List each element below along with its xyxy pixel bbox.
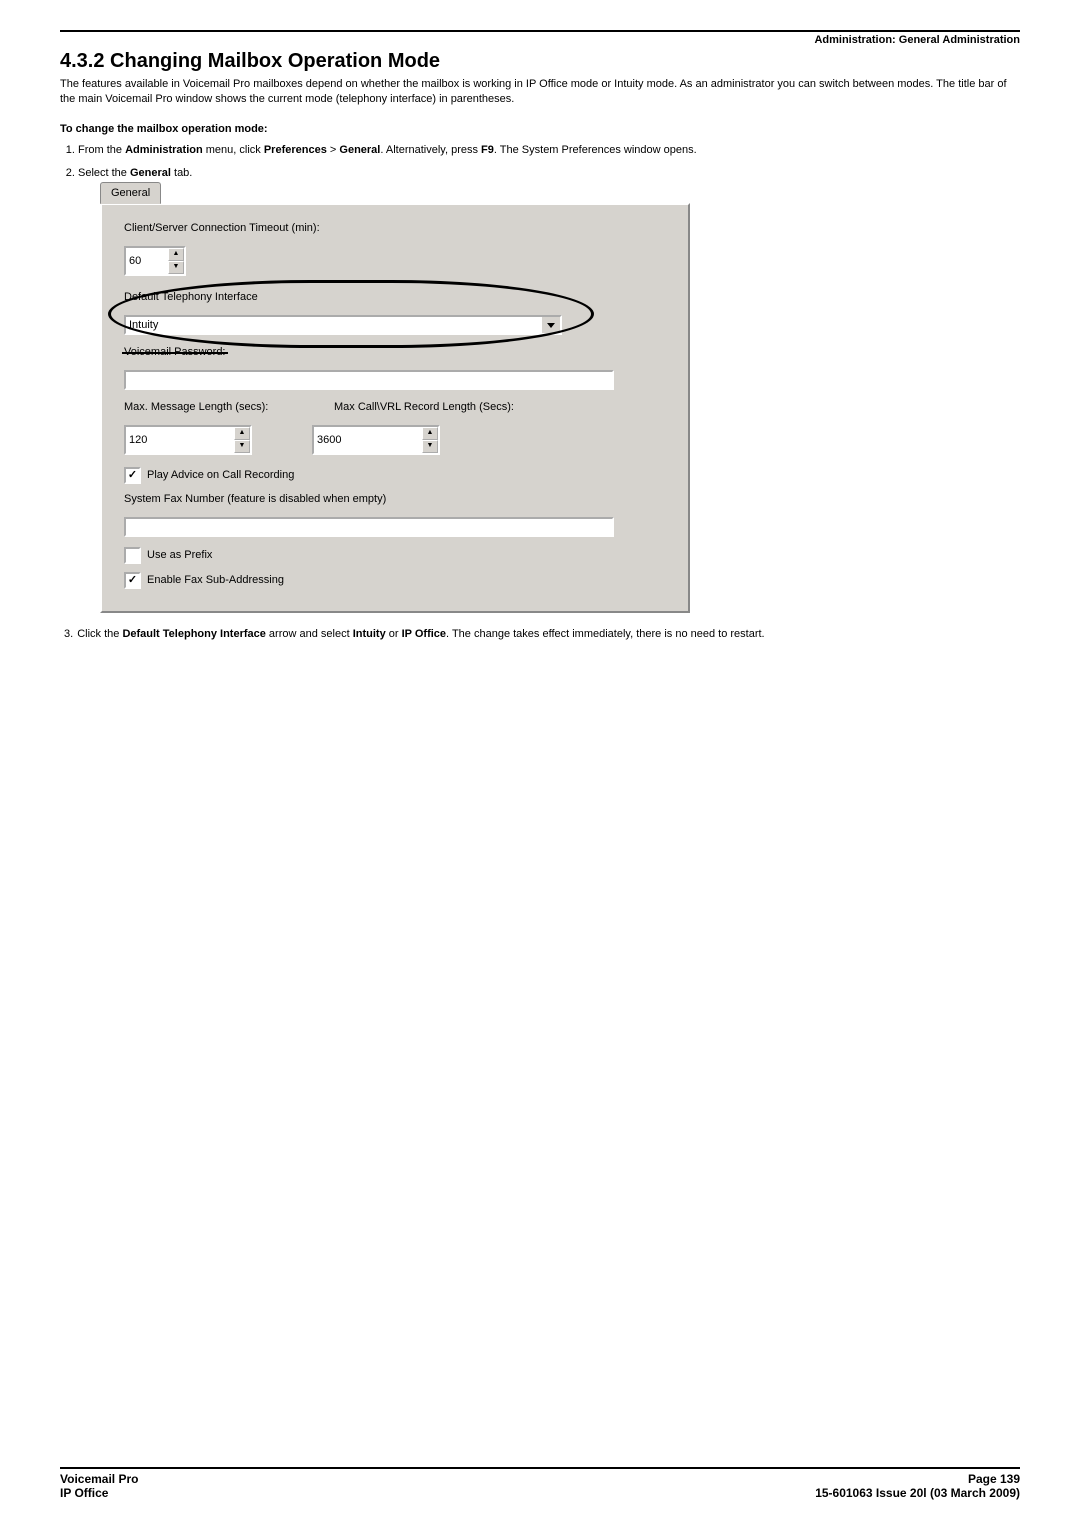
step-2: Select the General tab. General Client/S… — [78, 166, 1020, 613]
voicemail-password-label: Voicemail Password: — [124, 345, 226, 360]
dropdown-arrow-icon[interactable] — [542, 315, 562, 335]
fax-number-input[interactable] — [124, 517, 614, 537]
footer-page: Page 139 — [968, 1472, 1020, 1486]
voicemail-password-input[interactable] — [124, 370, 614, 390]
max-vrl-length-label: Max Call\VRL Record Length (Secs): — [334, 400, 524, 415]
spin-up-icon[interactable]: ▲ — [168, 248, 184, 261]
play-advice-checkbox[interactable]: ✓ — [124, 467, 141, 484]
spin-down-icon[interactable]: ▼ — [168, 261, 184, 274]
spin-down-icon[interactable]: ▼ — [234, 440, 250, 453]
footer-platform: IP Office — [60, 1486, 108, 1500]
general-preferences-panel: Client/Server Connection Timeout (min): … — [100, 203, 690, 612]
spin-down-icon[interactable]: ▼ — [422, 440, 438, 453]
intro-paragraph: The features available in Voicemail Pro … — [60, 77, 1020, 107]
footer-product: Voicemail Pro — [60, 1472, 138, 1486]
enable-fax-sub-label: Enable Fax Sub-Addressing — [147, 573, 284, 588]
procedure-heading: To change the mailbox operation mode: — [60, 123, 1020, 135]
enable-fax-sub-checkbox[interactable]: ✓ — [124, 572, 141, 589]
timeout-label: Client/Server Connection Timeout (min): — [124, 221, 666, 236]
tab-general[interactable]: General — [100, 182, 161, 204]
max-message-length-label: Max. Message Length (secs): — [124, 400, 314, 415]
max-vrl-length-input[interactable] — [312, 425, 422, 455]
use-as-prefix-label: Use as Prefix — [147, 548, 212, 563]
timeout-stepper[interactable]: ▲ ▼ — [124, 246, 186, 276]
fax-number-label: System Fax Number (feature is disabled w… — [124, 492, 666, 507]
telephony-dropdown[interactable] — [124, 315, 562, 335]
telephony-label: Default Telephony Interface — [124, 290, 666, 305]
step-1: From the Administration menu, click Pref… — [78, 143, 1020, 158]
max-message-length-stepper[interactable]: ▲ ▼ — [124, 425, 252, 455]
page-title: 4.3.2 Changing Mailbox Operation Mode — [60, 50, 1020, 73]
use-as-prefix-checkbox[interactable] — [124, 547, 141, 564]
footer-issue: 15-601063 Issue 20l (03 March 2009) — [815, 1486, 1020, 1500]
breadcrumb: Administration: General Administration — [60, 34, 1020, 46]
spin-up-icon[interactable]: ▲ — [422, 427, 438, 440]
timeout-input[interactable] — [124, 246, 168, 276]
step-3: 3.Click the Default Telephony Interface … — [60, 627, 1020, 642]
telephony-value[interactable] — [124, 315, 542, 335]
max-message-length-input[interactable] — [124, 425, 234, 455]
max-vrl-length-stepper[interactable]: ▲ ▼ — [312, 425, 440, 455]
play-advice-label: Play Advice on Call Recording — [147, 468, 294, 483]
spin-up-icon[interactable]: ▲ — [234, 427, 250, 440]
